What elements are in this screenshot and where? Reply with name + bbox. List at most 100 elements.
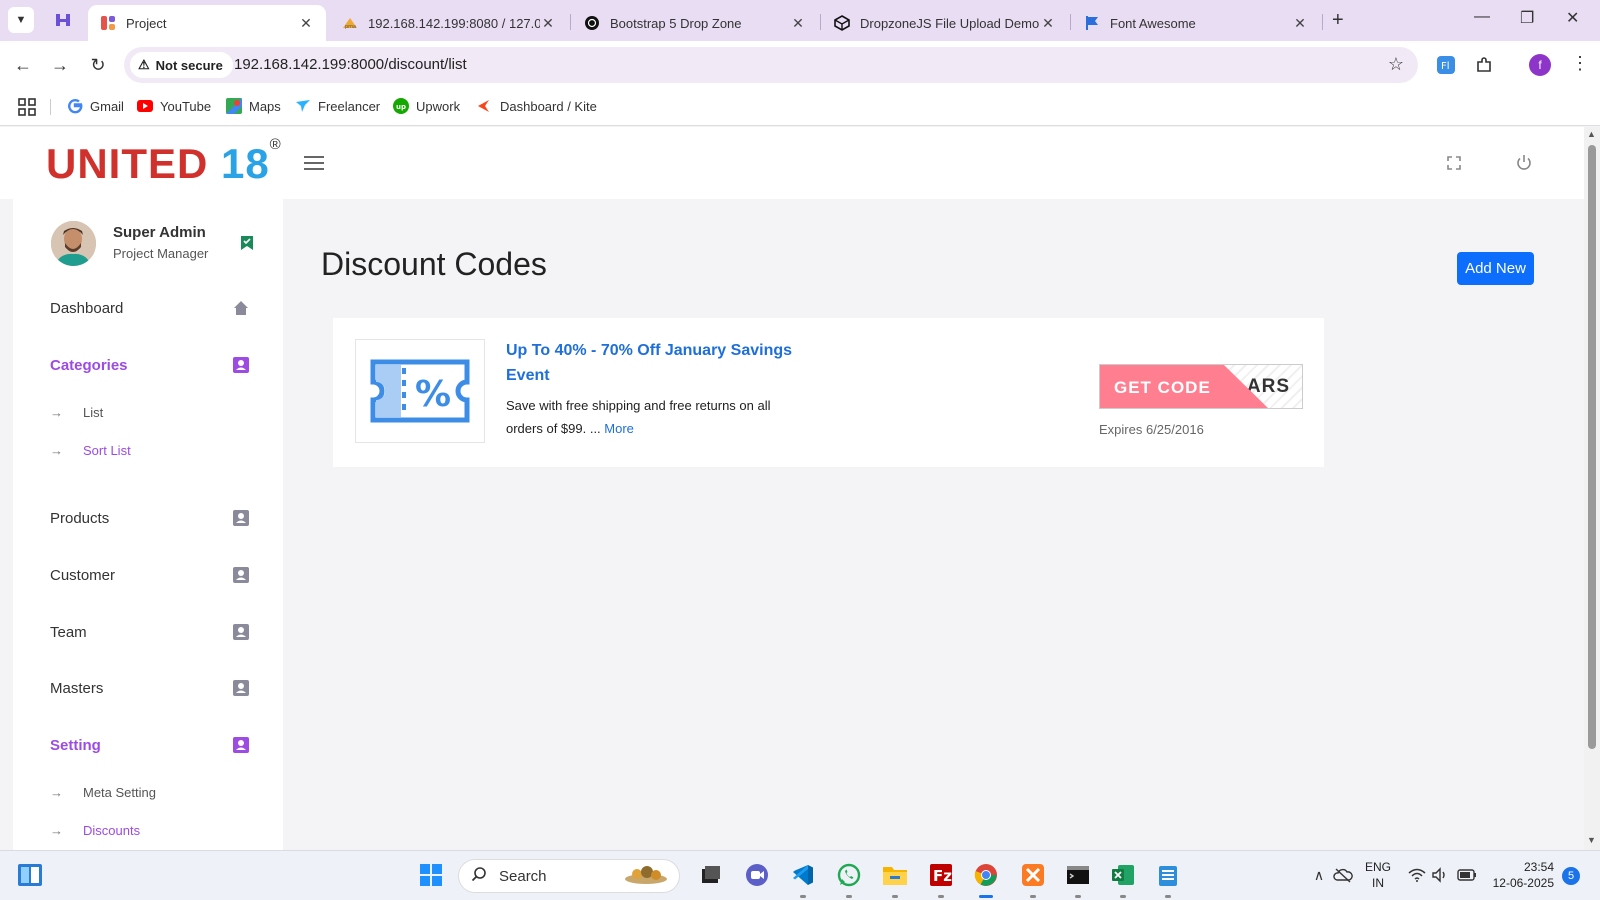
bookmark-youtube[interactable]: YouTube xyxy=(137,98,211,114)
new-tab-plus-icon[interactable]: + xyxy=(1332,9,1344,32)
discount-description: Save with free shipping and free returns… xyxy=(506,394,806,440)
sidebar-subitem-meta-setting[interactable]: → Meta Setting xyxy=(50,785,156,800)
discount-title[interactable]: Up To 40% - 70% Off January Savings Even… xyxy=(506,338,816,388)
more-link[interactable]: More xyxy=(604,421,634,436)
sidebar-item-label: Categories xyxy=(50,356,128,374)
scroll-up-icon[interactable]: ▲ xyxy=(1587,129,1596,139)
bookmark-kite[interactable]: Dashboard / Kite xyxy=(477,98,597,114)
get-code-button[interactable]: GET CODE xyxy=(1100,365,1270,408)
bookmark-gmail[interactable]: Gmail xyxy=(67,98,124,114)
sidebar-subitem-label: Discounts xyxy=(83,823,141,838)
forward-arrow-icon[interactable]: → xyxy=(48,53,72,77)
sidebar-item-label: Customer xyxy=(50,566,116,584)
scrollbar-thumb[interactable] xyxy=(1588,145,1596,749)
window-close-icon[interactable]: ✕ xyxy=(1566,8,1579,28)
battery-icon[interactable] xyxy=(1454,862,1480,888)
tab-close-icon[interactable]: ✕ xyxy=(1292,15,1308,32)
input-region[interactable]: IN xyxy=(1364,876,1392,890)
sidebar-subitem-sort-list[interactable]: → Sort List xyxy=(50,443,131,458)
profile-avatar[interactable]: f xyxy=(1529,54,1551,76)
clock-date[interactable]: 12-06-2025 xyxy=(1482,876,1554,890)
sidebar-item-customer[interactable]: Customer xyxy=(50,563,250,587)
extension-translate-icon[interactable]: Fl xyxy=(1436,55,1456,75)
tab-font-awesome[interactable]: Font Awesome ✕ xyxy=(1072,5,1320,41)
security-chip[interactable]: ⚠ Not secure xyxy=(130,52,233,78)
coupon-code-box[interactable]: ARS GET CODE xyxy=(1099,364,1303,409)
brand-logo[interactable]: UNITED 18 ® xyxy=(46,137,281,185)
expiry-text: Expires 6/25/2016 xyxy=(1099,422,1204,437)
sidebar-item-masters[interactable]: Masters xyxy=(50,676,250,700)
windows-start-icon[interactable] xyxy=(418,862,444,888)
vscode-icon[interactable] xyxy=(790,862,816,888)
chrome-icon[interactable] xyxy=(973,862,999,888)
user-role: Project Manager xyxy=(113,246,209,261)
browser-menu-icon[interactable]: ⋮ xyxy=(1571,53,1589,74)
apps-grid-icon[interactable] xyxy=(18,98,36,116)
widgets-icon[interactable] xyxy=(17,862,43,888)
minimize-icon[interactable]: — xyxy=(1474,8,1490,26)
extensions-puzzle-icon[interactable] xyxy=(1474,55,1494,75)
tab-close-icon[interactable]: ✕ xyxy=(790,15,806,32)
search-placeholder: Search xyxy=(499,867,547,885)
coupon-ticket-icon: % xyxy=(355,339,485,443)
url-text[interactable]: 192.168.142.199:8000/discount/list xyxy=(234,56,467,73)
tab-dropzonejs-demo[interactable]: DropzoneJS File Upload Demo ✕ xyxy=(822,5,1068,41)
sidebar-item-dashboard[interactable]: Dashboard xyxy=(50,296,250,320)
clock-time[interactable]: 23:54 xyxy=(1488,860,1554,874)
power-icon[interactable] xyxy=(1512,151,1536,175)
restore-icon[interactable]: ❐ xyxy=(1520,8,1534,28)
tab-bootstrap-drop-zone[interactable]: Bootstrap 5 Drop Zone ✕ xyxy=(572,5,818,41)
sidebar-item-products[interactable]: Products xyxy=(50,506,250,530)
excel-icon[interactable] xyxy=(1110,862,1136,888)
add-new-button[interactable]: Add New xyxy=(1457,252,1534,285)
taskbar-search[interactable]: Search xyxy=(458,859,680,893)
tab-close-icon[interactable]: ✕ xyxy=(298,15,314,32)
file-explorer-icon[interactable] xyxy=(882,862,908,888)
bookmark-label: YouTube xyxy=(160,98,212,114)
sidebar-subitem-discounts[interactable]: → Discounts xyxy=(50,823,140,838)
sidebar-item-categories[interactable]: Categories xyxy=(50,353,250,377)
app-launcher-icon[interactable] xyxy=(52,9,74,31)
tab-close-icon[interactable]: ✕ xyxy=(1040,15,1056,32)
volume-icon[interactable] xyxy=(1428,862,1454,888)
filezilla-icon[interactable]: Fz xyxy=(928,862,954,888)
address-bar[interactable]: ⚠ Not secure 192.168.142.199:8000/discou… xyxy=(124,47,1418,83)
back-arrow-icon[interactable]: ← xyxy=(11,53,35,77)
tab-search-button[interactable]: ▼ xyxy=(8,7,34,33)
terminal-icon[interactable] xyxy=(1065,862,1091,888)
tab-close-icon[interactable]: ✕ xyxy=(540,15,556,32)
page-scrollbar[interactable]: ▲ ▼ xyxy=(1584,127,1600,850)
tab-separator xyxy=(570,14,571,30)
bookmark-upwork[interactable]: up Upwork xyxy=(393,98,460,114)
kite-icon xyxy=(477,98,493,114)
bookmark-freelancer[interactable]: Freelancer xyxy=(295,98,380,114)
tab-phpmyadmin[interactable]: pma 192.168.142.199:8080 / 127.0.0. ✕ xyxy=(330,5,568,41)
notification-badge[interactable]: 5 xyxy=(1562,867,1580,885)
sidebar-subitem-list[interactable]: → List xyxy=(50,405,103,420)
warning-triangle-icon: ⚠ xyxy=(138,57,150,72)
svg-text:%: % xyxy=(415,374,451,415)
tab-project[interactable]: Project ✕ xyxy=(88,5,326,41)
task-view-icon[interactable] xyxy=(698,862,724,888)
bookmark-star-icon[interactable]: ☆ xyxy=(1388,54,1404,75)
arrow-right-icon: → xyxy=(50,823,63,838)
tab-separator xyxy=(1070,14,1071,30)
wifi-icon[interactable] xyxy=(1404,862,1430,888)
meet-video-icon[interactable] xyxy=(744,862,770,888)
notepad-icon[interactable] xyxy=(1155,862,1181,888)
chevron-up-icon[interactable]: ∧ xyxy=(1306,862,1332,888)
input-language[interactable]: ENG xyxy=(1364,860,1392,874)
avatar[interactable] xyxy=(51,221,96,266)
scroll-down-icon[interactable]: ▼ xyxy=(1587,835,1596,845)
tab-title: DropzoneJS File Upload Demo xyxy=(860,15,1040,31)
fullscreen-icon[interactable] xyxy=(1442,151,1466,175)
page-title: Discount Codes xyxy=(321,246,547,282)
sidebar-item-team[interactable]: Team xyxy=(50,620,250,644)
whatsapp-icon[interactable] xyxy=(836,862,862,888)
bookmark-maps[interactable]: Maps xyxy=(226,98,281,114)
reload-icon[interactable]: ↻ xyxy=(86,53,110,77)
sidebar-toggle-icon[interactable] xyxy=(304,156,324,170)
onedrive-cloud-icon[interactable] xyxy=(1330,862,1356,888)
xampp-icon[interactable] xyxy=(1020,862,1046,888)
sidebar-item-setting[interactable]: Setting xyxy=(50,733,250,757)
